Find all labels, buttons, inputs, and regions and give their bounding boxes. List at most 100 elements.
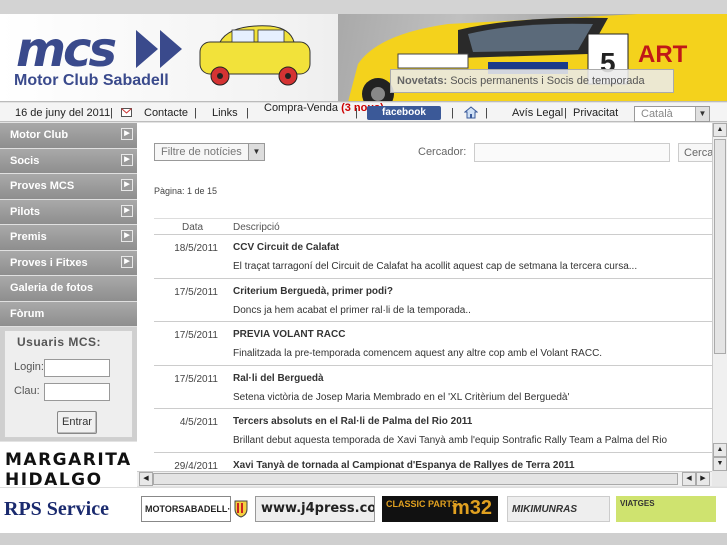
column-header-date: Data [182, 222, 204, 233]
news-ticker[interactable]: Novetats: Socis permanents i Socis de te… [390, 69, 674, 93]
home-icon[interactable] [464, 106, 478, 119]
news-title[interactable]: Criterium Berguedà, primer podi? [233, 286, 393, 297]
sponsor-m32-classic-parts[interactable]: CLASSIC PARTS m32 [382, 496, 498, 522]
nav-link-avis-legal[interactable]: Avís Legal [512, 107, 563, 119]
news-summary: Finalitzada la pre-temporada comencem aq… [233, 348, 603, 359]
table-row[interactable]: 29/4/2011 Xavi Tanyà de tornada al Campi… [154, 453, 712, 472]
sponsors-bar: RPS Service MOTORSABADELL·COM www.j4pres… [0, 487, 727, 533]
mail-icon[interactable] [121, 108, 132, 120]
scroll-left-icon[interactable]: ◀ [682, 472, 696, 486]
page: mcs Motor Club Sabadell 5 ART Novetats: … [0, 0, 727, 545]
ad-line-1: MARGARITA [5, 450, 132, 470]
news-date: 17/5/2011 [174, 286, 218, 298]
sidebar-item-proves-mcs[interactable]: Proves MCS ▶ [0, 174, 137, 200]
sidebar-item-label: Premis [10, 231, 47, 243]
facebook-label: facebook [382, 107, 426, 118]
chevron-right-icon: ▶ [121, 128, 133, 140]
table-row[interactable]: 4/5/2011 Tercers absoluts en el Ral·li d… [154, 409, 712, 453]
mcs-logo[interactable]: mcs [16, 26, 117, 74]
sponsor-viatges[interactable]: VIATGES [616, 496, 716, 522]
svg-text:ART: ART [638, 41, 688, 68]
table-row[interactable]: 17/5/2011 PREVIA VOLANT RACC Finalitzada… [154, 322, 712, 366]
news-date: 29/4/2011 [174, 460, 218, 472]
sidebar-item-label: Fòrum [10, 307, 45, 320]
sponsor-mikimunras[interactable]: MIKIMUNRAS [507, 496, 610, 522]
sponsor-m32-small: CLASSIC PARTS [386, 499, 458, 509]
page-indicator: Pàgina: 1 de 15 [154, 186, 218, 196]
sidebar-item-premis[interactable]: Premis ▶ [0, 225, 137, 251]
car-cartoon-image [199, 25, 311, 86]
news-table: Data Descripció 18/5/2011 CCV Circuit de… [154, 218, 712, 471]
login-username-field[interactable] [44, 359, 110, 377]
scroll-up-icon[interactable]: ▲ [713, 443, 727, 457]
crest-icon [234, 500, 248, 518]
sidebar-item-label: Socis [10, 154, 40, 167]
nav-link-compra-venda[interactable]: Compra-Venda (3 nous) [264, 102, 384, 114]
news-summary: Doncs ja hem acabat el primer ral·li de … [233, 304, 471, 316]
news-title[interactable]: CCV Circuit de Calafat [233, 242, 339, 253]
facebook-button[interactable]: facebook [367, 106, 441, 120]
sponsor-rps-service[interactable]: RPS Service [4, 498, 138, 524]
sidebar: Motor Club ▶ Socis ▶ Proves MCS ▶ Pilots… [0, 123, 137, 441]
news-title[interactable]: Tercers absoluts en el Ral·li de Palma d… [233, 416, 472, 427]
sidebar-item-label: Pilots [10, 205, 40, 218]
sidebar-item-forum[interactable]: Fòrum [0, 301, 137, 327]
login-button[interactable]: Entrar [57, 411, 97, 434]
margarita-hidalgo-ad[interactable]: MARGARITA HIDALGO [0, 442, 137, 487]
nav-link-compra-venda-label: Compra-Venda [264, 102, 338, 114]
search-input[interactable] [474, 143, 670, 162]
news-summary: El traçat tarragoní del Circuit de Calaf… [233, 261, 638, 272]
scroll-down-icon[interactable]: ▼ [713, 457, 727, 471]
top-nav: 16 de juny del 2011 | Contacte | Links |… [0, 102, 727, 122]
news-title[interactable]: PREVIA VOLANT RACC [233, 329, 345, 340]
scroll-right-icon[interactable]: ▶ [696, 472, 710, 486]
sidebar-item-galeria-de-fotos[interactable]: Galeria de fotos [0, 276, 137, 302]
bottom-strip [0, 533, 727, 545]
nav-link-contacte[interactable]: Contacte [144, 107, 188, 119]
sidebar-item-label: Proves MCS [10, 180, 75, 192]
scroll-thumb[interactable] [714, 139, 726, 354]
chevron-right-icon: ▶ [121, 204, 133, 217]
news-date: 17/5/2011 [174, 330, 218, 341]
sponsor-motorsabadell[interactable]: MOTORSABADELL·COM [141, 496, 231, 522]
sidebar-item-pilots[interactable]: Pilots ▶ [0, 199, 137, 225]
nav-link-privacitat[interactable]: Privacitat [573, 107, 618, 119]
scroll-up-icon[interactable]: ▲ [713, 123, 727, 137]
search-button[interactable]: Cerca [678, 143, 712, 162]
sidebar-item-proves-i-fitxes[interactable]: Proves i Fitxes ▶ [0, 250, 137, 276]
chevron-right-icon: ▶ [121, 230, 133, 242]
news-title[interactable]: Ral·li del Berguedà [233, 373, 324, 384]
vertical-scrollbar[interactable]: ▲ ▲ ▼ [712, 123, 727, 471]
horizontal-scrollbar[interactable]: ◀ ◀ ▶ [137, 471, 712, 486]
news-content: Filtre de notícies ▼ Cercador: Cerca Pàg… [137, 123, 712, 471]
scroll-left-icon[interactable]: ◀ [139, 472, 153, 486]
chevron-right-icon: ▶ [121, 179, 133, 191]
language-select[interactable]: Català ▼ [634, 106, 710, 122]
sponsor-motorsabadell-label: MOTORSABADELL·COM [145, 504, 231, 514]
login-title: Usuaris MCS: [17, 335, 102, 349]
chevron-down-icon: ▼ [695, 107, 709, 121]
chevron-right-icon: ▶ [121, 255, 133, 268]
news-ticker-text: Socis permanents i Socis de temporada [450, 75, 645, 87]
login-password-field[interactable] [44, 383, 110, 401]
table-header: Data Descripció [154, 218, 712, 235]
top-strip [0, 0, 727, 14]
scroll-thumb[interactable] [153, 473, 678, 485]
logo-arrows-icon [136, 30, 182, 68]
sidebar-item-label: Proves i Fitxes [10, 256, 88, 269]
sidebar-item-socis[interactable]: Socis ▶ [0, 148, 137, 174]
column-header-description: Descripció [233, 222, 280, 233]
scroll-corner [712, 471, 727, 486]
table-row[interactable]: 17/5/2011 Ral·li del Berguedà Setena vic… [154, 366, 712, 409]
sidebar-item-motor-club[interactable]: Motor Club ▶ [0, 123, 137, 149]
nav-link-links[interactable]: Links [212, 107, 238, 119]
news-summary: Setena victòria de Josep Maria Membrado … [233, 391, 570, 403]
table-row[interactable]: 18/5/2011 CCV Circuit de Calafat El traç… [154, 235, 712, 279]
news-title[interactable]: Xavi Tanyà de tornada al Campionat d'Esp… [233, 460, 575, 471]
news-ticker-label: Novetats: [397, 75, 448, 87]
table-row[interactable]: 17/5/2011 Criterium Berguedà, primer pod… [154, 279, 712, 322]
news-filter-select[interactable]: Filtre de notícies ▼ [154, 143, 265, 161]
sponsor-j4press[interactable]: www.j4press.com [255, 496, 375, 522]
sidebar-item-label: Galeria de fotos [10, 282, 94, 294]
news-summary: Brillant debut aquesta temporada de Xavi… [233, 435, 668, 446]
